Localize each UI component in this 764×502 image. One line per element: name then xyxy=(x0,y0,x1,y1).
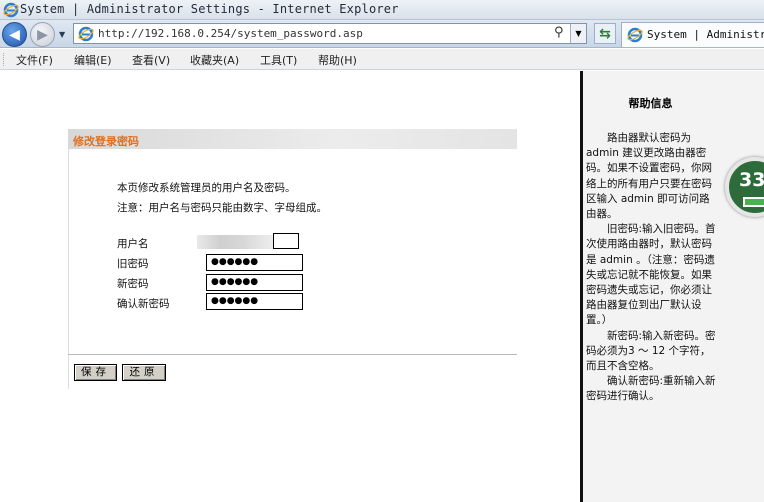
tab-page-icon xyxy=(627,27,643,43)
address-bar[interactable]: http://192.168.0.254/system_password.asp… xyxy=(73,23,587,44)
username-field[interactable] xyxy=(273,233,299,249)
help-paragraph-new-password: 新密码:输入新密码。密码必须为3 ～ 12 个字符，而且不含空格。 xyxy=(586,329,716,373)
search-icon[interactable]: ⚲ xyxy=(554,25,564,40)
menu-edit[interactable]: 编辑(E) xyxy=(74,52,112,68)
page-icon xyxy=(78,26,94,42)
forward-button[interactable]: ▶ xyxy=(30,22,55,47)
page-content: 修改登录密码 本页修改系统管理员的用户名及密码。 注意：用户名与密码只能由数字、… xyxy=(0,71,764,502)
refresh-button[interactable]: ⇆ xyxy=(594,23,616,44)
back-arrow-icon: ◀ xyxy=(9,26,20,43)
menu-favorites[interactable]: 收藏夹(A) xyxy=(190,52,239,68)
save-button[interactable]: 保存 xyxy=(74,364,117,381)
section-title: 修改登录密码 xyxy=(73,135,139,148)
help-paragraph-default: 路由器默认密码为admin 建议更改路由器密码。如果不设置密码，你网络上的所有用… xyxy=(586,132,712,221)
address-dropdown-button[interactable]: ▼ xyxy=(570,24,586,43)
confirm-password-label: 确认新密码 xyxy=(117,298,170,310)
intro-text-1: 本页修改系统管理员的用户名及密码。 xyxy=(117,182,296,194)
forward-arrow-icon: ▶ xyxy=(37,26,48,43)
menu-tools[interactable]: 工具(T) xyxy=(260,52,297,68)
help-panel: 帮助信息 路由器默认密码为admin 建议更改路由器密码。如果不设置密码，你网络… xyxy=(583,71,764,502)
window-title: System | Administrator Settings - Intern… xyxy=(20,2,399,16)
window-title-bar: System | Administrator Settings - Intern… xyxy=(0,0,764,20)
url-text[interactable]: http://192.168.0.254/system_password.asp xyxy=(98,27,363,40)
browser-tab[interactable]: System | Administrat xyxy=(621,22,764,47)
tab-label: System | Administrat xyxy=(647,28,764,41)
badge-value: 33 xyxy=(739,169,764,191)
battery-icon xyxy=(743,197,764,207)
menu-grip xyxy=(3,53,5,66)
new-password-field[interactable]: ●●●●●● xyxy=(206,274,303,291)
form-divider xyxy=(68,354,517,355)
old-password-label: 旧密码 xyxy=(117,258,149,270)
help-paragraph-old-password: 旧密码:输入旧密码。首次使用路由器时，默认密码是 admin 。（注意：密码遗失… xyxy=(586,223,716,327)
menu-bar: 文件(F) 编辑(E) 查看(V) 收藏夹(A) 工具(T) 帮助(H) xyxy=(0,49,764,70)
help-text: 路由器默认密码为admin 建议更改路由器密码。如果不设置密码，你网络上的所有用… xyxy=(586,131,718,405)
ie-logo-icon xyxy=(3,2,19,18)
confirm-password-field[interactable]: ●●●●●● xyxy=(206,293,303,310)
menu-view[interactable]: 查看(V) xyxy=(132,52,170,68)
username-label: 用户名 xyxy=(117,238,149,250)
restore-button[interactable]: 还原 xyxy=(122,364,166,381)
navigation-bar: ◀ ▶ ▼ http://192.168.0.254/system_passwo… xyxy=(0,20,764,48)
menu-help[interactable]: 帮助(H) xyxy=(318,52,357,68)
help-title: 帮助信息 xyxy=(628,97,673,110)
new-password-label: 新密码 xyxy=(117,278,149,290)
recent-pages-dropdown[interactable]: ▼ xyxy=(59,30,65,39)
old-password-field[interactable]: ●●●●●● xyxy=(206,254,303,271)
menu-file[interactable]: 文件(F) xyxy=(16,52,53,68)
back-button[interactable]: ◀ xyxy=(2,22,27,47)
intro-text-2: 注意：用户名与密码只能由数字、字母组成。 xyxy=(117,202,327,214)
username-redacted xyxy=(197,235,275,249)
section-header: 修改登录密码 xyxy=(68,129,517,149)
refresh-icon: ⇆ xyxy=(599,25,611,42)
help-paragraph-confirm: 确认新密码:重新输入新密码进行确认。 xyxy=(586,375,716,403)
